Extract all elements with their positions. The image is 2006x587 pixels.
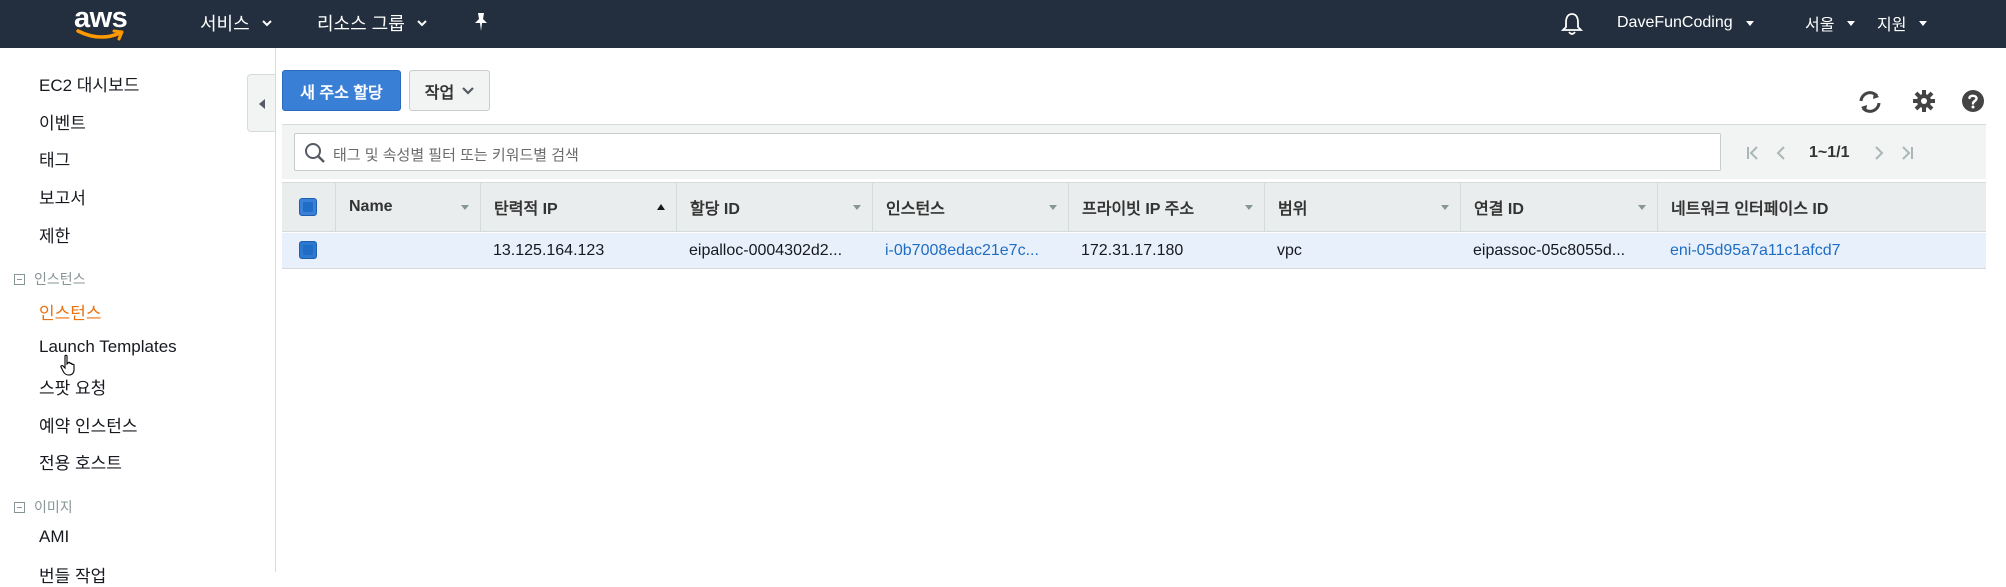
settings-icon[interactable] — [1912, 89, 1936, 113]
collapse-minus-icon — [14, 501, 25, 513]
filter-bar: 태그 및 속성별 필터 또는 키워드별 검색 1~1/1 — [282, 124, 1986, 179]
sidebar-collapse-toggle[interactable] — [247, 74, 275, 132]
search-icon — [305, 143, 325, 163]
region-menu[interactable]: 서울 — [1805, 0, 1858, 46]
refresh-icon[interactable] — [1857, 90, 1883, 114]
search-input[interactable]: 태그 및 속성별 필터 또는 키워드별 검색 — [294, 133, 1721, 171]
select-all-checkbox[interactable] — [299, 198, 317, 216]
next-page-icon[interactable] — [1871, 145, 1887, 161]
table-row[interactable]: 13.125.164.123 eipalloc-0004302d2... i-0… — [282, 233, 1986, 269]
sidebar-item-reports[interactable]: 보고서 — [39, 184, 86, 209]
previous-page-icon[interactable] — [1773, 145, 1789, 161]
sidebar-item-ec2-dashboard[interactable]: EC2 대시보드 — [39, 71, 139, 96]
search-placeholder: 태그 및 속성별 필터 또는 키워드별 검색 — [333, 147, 579, 164]
column-header-label: 프라이빗 IP 주소 — [1082, 201, 1195, 218]
column-header-label: 연결 ID — [1474, 201, 1524, 218]
sidebar-section-label: 인스턴스 — [34, 271, 86, 287]
sort-caret-icon — [1049, 205, 1057, 210]
cell-elastic-ip: 13.125.164.123 — [493, 241, 605, 259]
cell-allocation-id: eipalloc-0004302d2... — [689, 241, 843, 259]
pin-icon[interactable] — [470, 11, 492, 33]
sort-caret-icon — [461, 205, 469, 210]
chevron-down-icon — [462, 86, 474, 95]
cell-scope: vpc — [1277, 241, 1302, 259]
caret-down-icon — [1919, 21, 1928, 26]
cell-network-interface-link[interactable]: eni-05d95a7a11c1afcd7 — [1657, 233, 1986, 268]
cell-name — [335, 233, 480, 268]
support-menu[interactable]: 지원 — [1877, 0, 1930, 46]
region-label: 서울 — [1805, 17, 1835, 34]
column-header-network-interface-id[interactable]: 네트워크 인터페이스 ID — [1657, 183, 1986, 231]
resource-groups-menu[interactable]: 리소스 그룹 — [317, 0, 429, 46]
column-header-label: 탄력적 IP — [494, 201, 558, 218]
cell-private-ip: 172.31.17.180 — [1081, 241, 1184, 259]
page-info: 1~1/1 — [1809, 143, 1850, 161]
column-header-label: 인스턴스 — [886, 201, 945, 218]
allocate-new-address-button[interactable]: 새 주소 할당 — [282, 70, 401, 111]
sort-ascending-icon — [657, 204, 665, 210]
top-navigation-bar: aws 서비스 리소스 그룹 DaveFunCoding 서울 지원 — [0, 0, 2006, 48]
table-header: Name 탄력적 IP 할당 ID 인스턴스 프라이빗 IP 주소 범위 연결 … — [282, 182, 1986, 232]
column-header-label: 범위 — [1278, 201, 1308, 218]
sidebar-item-instances[interactable]: 인스턴스 — [39, 299, 102, 324]
sidebar-item-reserved-instances[interactable]: 예약 인스턴스 — [39, 412, 138, 437]
column-header-elastic-ip[interactable]: 탄력적 IP — [480, 183, 676, 231]
pagination: 1~1/1 — [1739, 125, 1921, 180]
sidebar-item-bundle-tasks[interactable]: 번들 작업 — [39, 562, 106, 587]
chevron-down-icon — [261, 20, 272, 27]
support-label: 지원 — [1877, 17, 1907, 34]
select-all-cell — [282, 183, 335, 231]
caret-down-icon — [1847, 21, 1856, 26]
sort-caret-icon — [1638, 205, 1646, 210]
sidebar-item-spot-requests[interactable]: 스팟 요청 — [39, 374, 106, 399]
resource-groups-label: 리소스 그룹 — [317, 14, 405, 34]
sidebar-item-dedicated-hosts[interactable]: 전용 호스트 — [39, 449, 122, 474]
column-header-label: Name — [349, 198, 393, 215]
help-icon[interactable] — [1961, 89, 1985, 113]
aws-smile-icon — [76, 29, 124, 41]
sidebar-section-instances[interactable]: 인스턴스 — [14, 269, 86, 289]
services-menu[interactable]: 서비스 — [200, 0, 274, 46]
last-page-icon[interactable] — [1899, 145, 1915, 161]
column-header-name[interactable]: Name — [335, 183, 480, 231]
caret-down-icon — [1745, 21, 1754, 26]
sidebar-section-label: 이미지 — [34, 499, 73, 515]
first-page-icon[interactable] — [1745, 145, 1761, 161]
sidebar-item-limits[interactable]: 제한 — [39, 222, 70, 247]
services-label: 서비스 — [200, 14, 250, 34]
column-header-scope[interactable]: 범위 — [1264, 183, 1460, 231]
actions-label: 작업 — [424, 84, 455, 102]
column-header-instance[interactable]: 인스턴스 — [872, 183, 1068, 231]
sidebar-section-images[interactable]: 이미지 — [14, 497, 73, 517]
column-header-private-ip[interactable]: 프라이빗 IP 주소 — [1068, 183, 1264, 231]
row-checkbox[interactable] — [299, 241, 317, 259]
bell-icon[interactable] — [1561, 12, 1583, 36]
chevron-left-icon — [259, 99, 265, 109]
collapse-minus-icon — [14, 273, 25, 285]
column-header-label: 네트워크 인터페이스 ID — [1671, 201, 1829, 218]
hand-cursor-icon — [60, 354, 75, 376]
cell-association-id: eipassoc-05c8055d... — [1473, 241, 1626, 259]
column-header-allocation-id[interactable]: 할당 ID — [676, 183, 872, 231]
sidebar-item-events[interactable]: 이벤트 — [39, 109, 86, 134]
sidebar-item-tags[interactable]: 태그 — [39, 146, 70, 171]
sidebar-item-ami[interactable]: AMI — [39, 527, 69, 547]
chevron-down-icon — [417, 20, 427, 27]
cell-instance-link[interactable]: i-0b7008edac21e7c... — [872, 233, 1068, 268]
column-header-label: 할당 ID — [690, 201, 740, 218]
sort-caret-icon — [1441, 205, 1449, 210]
aws-logo[interactable]: aws — [74, 2, 132, 42]
actions-button[interactable]: 작업 — [409, 70, 490, 111]
account-menu[interactable]: DaveFunCoding — [1617, 0, 1757, 46]
account-name: DaveFunCoding — [1617, 14, 1733, 31]
sidebar: EC2 대시보드 이벤트 태그 보고서 제한 인스턴스 인스턴스 Launch … — [0, 48, 276, 586]
column-header-association-id[interactable]: 연결 ID — [1460, 183, 1657, 231]
sort-caret-icon — [853, 205, 861, 210]
sort-caret-icon — [1245, 205, 1253, 210]
